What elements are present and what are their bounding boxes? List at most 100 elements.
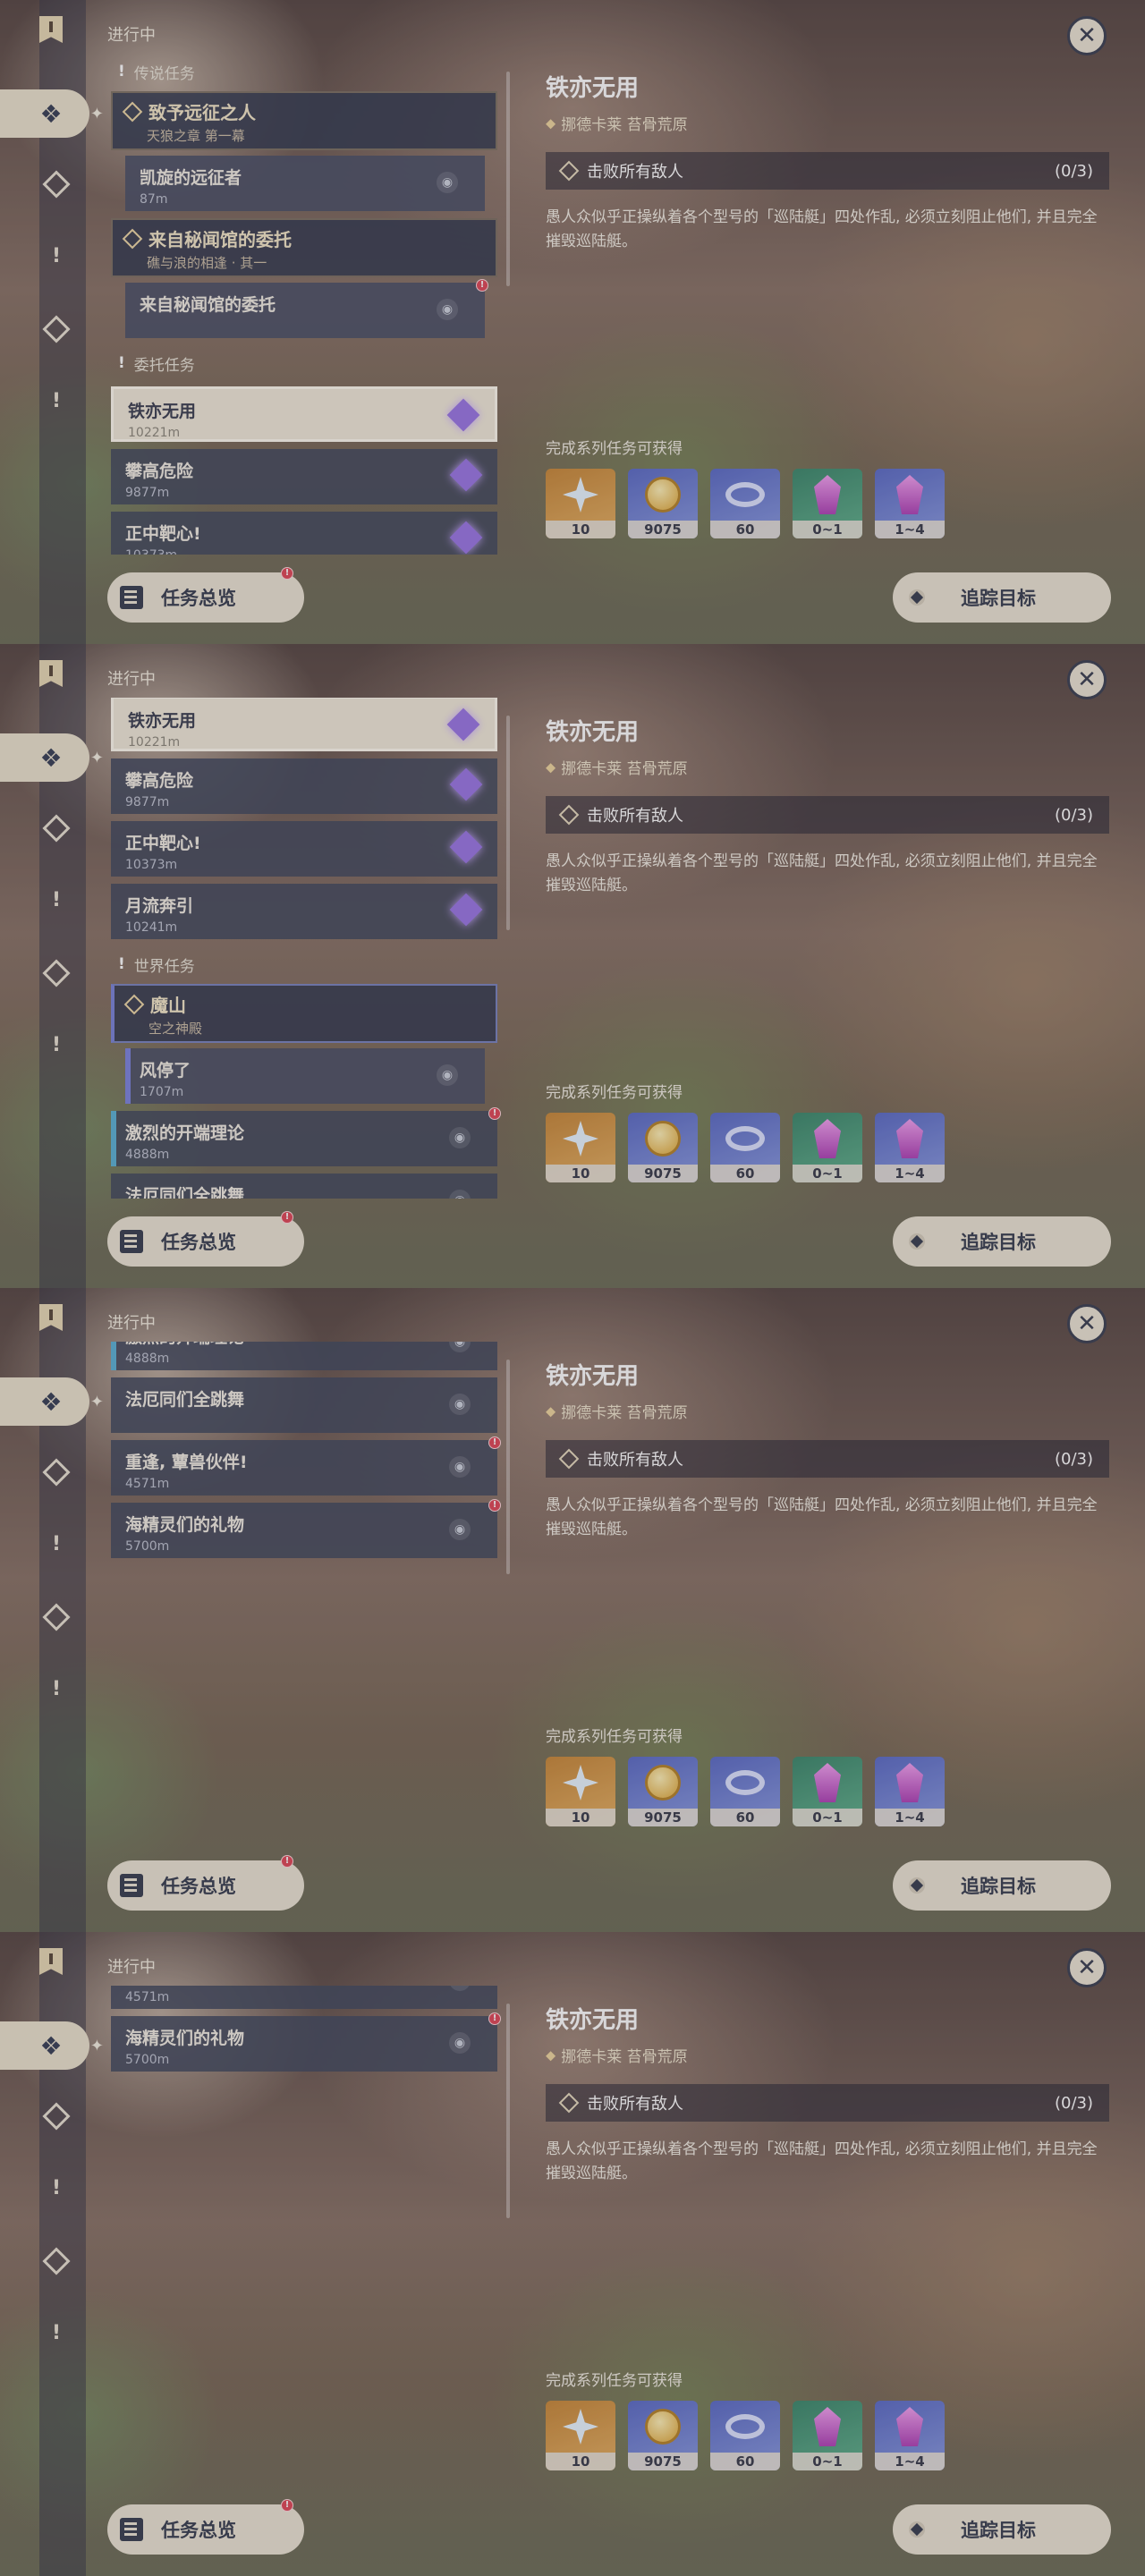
track-button[interactable]: 追踪目标	[893, 1860, 1111, 1911]
reward-item[interactable]: 0~1	[793, 469, 862, 538]
close-button[interactable]: ✕	[1067, 1304, 1107, 1343]
reward-item[interactable]: 1~4	[875, 1113, 945, 1182]
list-item[interactable]: 正中靶心! 10373m	[111, 512, 497, 555]
list-item[interactable]: 月流奔引 10241m	[111, 884, 497, 939]
sidebar-tab-commission[interactable]	[38, 954, 75, 992]
quest-title: 法厄同们全跳舞	[125, 1390, 245, 1410]
list-item[interactable]: 凯旋的远征者 87m ◉	[125, 156, 485, 211]
reward-count: 1~4	[875, 1809, 945, 1826]
quest-list[interactable]: !传说任务 致予远征之人 天狼之章 第一幕 凯旋的远征者 87m◉ 来自秘闻馆的…	[107, 54, 501, 555]
sidebar-tab-legend[interactable]: !	[38, 1525, 75, 1563]
sidebar-tab-legend[interactable]: !	[38, 2169, 75, 2207]
reward-item[interactable]: 0~1	[793, 1757, 862, 1826]
reward-item[interactable]: 0~1	[793, 1113, 862, 1182]
sidebar-tab-world[interactable]: !	[38, 382, 75, 419]
detail-title: 铁亦无用	[546, 719, 640, 746]
close-button[interactable]: ✕	[1067, 1948, 1107, 1987]
list-item[interactable]: 海精灵们的礼物 5700m ◉ !	[111, 2012, 501, 2072]
quest-list-scrollbar[interactable]	[506, 1360, 510, 1574]
reward-item[interactable]: 60	[710, 469, 780, 538]
quest-overview-button[interactable]: 任务总览 !	[107, 2499, 304, 2555]
quest-overview-button[interactable]: 任务总览 !	[107, 567, 304, 623]
quest-list[interactable]: !传说任务 致予远征之人 天狼之章 第一幕 凯旋的远征者 87m◉ 来自秘闻馆的…	[107, 1342, 501, 1843]
sidebar-tab-archon[interactable]	[38, 165, 75, 203]
location-pin-icon[interactable]: ◉	[449, 1394, 471, 1415]
sidebar-tab-world[interactable]: !	[38, 2314, 75, 2351]
reward-item[interactable]: 9075	[628, 1113, 698, 1182]
reward-item[interactable]: 9075	[628, 1757, 698, 1826]
reward-count: 1~4	[875, 2453, 945, 2470]
quest-group[interactable]: 致予远征之人 天狼之章 第一幕	[111, 91, 497, 150]
reward-item[interactable]: 10	[546, 469, 615, 538]
sidebar-tab-legend[interactable]: !	[38, 881, 75, 919]
sidebar-tab-commission[interactable]	[38, 1598, 75, 1636]
objective-progress: (0/3)	[1054, 805, 1093, 825]
sidebar-tab-archon[interactable]	[38, 1453, 75, 1491]
list-item[interactable]: 重逢, 蕈兽伙伴! 4571m◉ !	[111, 1986, 497, 2009]
sidebar-tab-all[interactable]: ❖ ✦	[0, 1377, 104, 1426]
location-pin-icon[interactable]: ◉	[437, 299, 458, 320]
sidebar-tab-commission[interactable]	[38, 310, 75, 348]
reward-item[interactable]: 0~1	[793, 2401, 862, 2470]
sidebar-tab-archon[interactable]	[38, 809, 75, 847]
reward-item[interactable]: 1~4	[875, 2401, 945, 2470]
quest-list-scrollbar[interactable]	[506, 72, 510, 286]
sidebar-tab-archon[interactable]	[38, 2097, 75, 2135]
reward-item[interactable]: 9075	[628, 469, 698, 538]
track-button[interactable]: 追踪目标	[893, 572, 1111, 623]
objective-row: 击败所有敌人 (0/3)	[546, 2084, 1109, 2122]
sidebar-tab-all[interactable]: ❖ ✦	[0, 2021, 104, 2070]
reward-item[interactable]: 60	[710, 1757, 780, 1826]
close-button[interactable]: ✕	[1067, 660, 1107, 699]
reward-item[interactable]: 1~4	[875, 469, 945, 538]
track-button[interactable]: 追踪目标	[893, 1216, 1111, 1267]
mora-coin-icon	[645, 477, 681, 513]
list-item[interactable]: 法厄同们全跳舞 ◉	[111, 1174, 497, 1199]
section-label: 世界任务	[133, 957, 195, 976]
sidebar-tab-all[interactable]: ❖ ✦	[0, 89, 104, 138]
list-item[interactable]: 铁亦无用 10221m	[111, 386, 497, 442]
sidebar-tab-legend[interactable]: !	[38, 237, 75, 275]
list-item[interactable]: 激烈的开端理论 4888m◉ !	[111, 1107, 501, 1166]
location-pin-icon[interactable]: ◉	[449, 1519, 471, 1540]
quest-list-scrollbar[interactable]	[506, 716, 510, 930]
quest-list-scrollbar[interactable]	[506, 2004, 510, 2218]
reward-item[interactable]: 60	[710, 2401, 780, 2470]
reward-item[interactable]: 1~4	[875, 1757, 945, 1826]
quest-list[interactable]: !传说任务 致予远征之人 天狼之章 第一幕 凯旋的远征者 87m◉ 来自秘闻馆的…	[107, 1986, 501, 2487]
track-button[interactable]: 追踪目标	[893, 2504, 1111, 2555]
sidebar-tab-world[interactable]: !	[38, 1026, 75, 1063]
sidebar-tab-all[interactable]: ❖ ✦	[0, 733, 104, 782]
quest-list[interactable]: !传说任务 致予远征之人 天狼之章 第一幕 凯旋的远征者 87m◉ 来自秘闻馆的…	[107, 698, 501, 1199]
sidebar-tab-commission[interactable]	[38, 2242, 75, 2280]
objective-text: 击败所有敌人	[587, 807, 683, 826]
location-pin-icon[interactable]: ◉	[449, 1456, 471, 1478]
sidebar-tab-world[interactable]: !	[38, 1670, 75, 1707]
reward-item[interactable]: 10	[546, 2401, 615, 2470]
reward-item[interactable]: 9075	[628, 2401, 698, 2470]
list-item[interactable]: 攀高危险 9877m	[111, 758, 497, 814]
quest-group[interactable]: 魔山 空之神殿	[111, 984, 497, 1043]
list-item[interactable]: 重逢, 蕈兽伙伴! 4571m◉ !	[111, 1436, 501, 1496]
list-item[interactable]: 法厄同们全跳舞 ◉	[111, 1377, 497, 1433]
quest-overview-button[interactable]: 任务总览 !	[107, 1211, 304, 1267]
location-pin-icon[interactable]: ◉	[437, 172, 458, 193]
reward-item[interactable]: 10	[546, 1757, 615, 1826]
list-item[interactable]: 来自秘闻馆的委托 ◉ !	[125, 279, 488, 338]
quest-group[interactable]: 来自秘闻馆的委托 礁与浪的相逢 · 其一	[111, 218, 497, 277]
list-item[interactable]: 正中靶心! 10373m	[111, 821, 497, 877]
reward-item[interactable]: 60	[710, 1113, 780, 1182]
list-item[interactable]: 激烈的开端理论 4888m◉ !	[111, 1342, 497, 1370]
quest-overview-button[interactable]: 任务总览 !	[107, 1855, 304, 1911]
list-item[interactable]: 攀高危险 9877m	[111, 449, 497, 504]
location-pin-icon[interactable]: ◉	[449, 2032, 471, 2054]
list-item[interactable]: 风停了 1707m ◉	[125, 1048, 485, 1104]
list-item[interactable]: 铁亦无用 10221m	[111, 698, 497, 751]
close-button[interactable]: ✕	[1067, 16, 1107, 55]
detail-location: ⬥ 挪德卡莱 苔骨荒原	[546, 112, 1109, 135]
notification-icon: !	[281, 567, 293, 580]
list-item[interactable]: 海精灵们的礼物 5700m ◉ !	[111, 1499, 501, 1558]
location-pin-icon[interactable]: ◉	[449, 1127, 471, 1148]
location-pin-icon[interactable]: ◉	[437, 1064, 458, 1086]
reward-item[interactable]: 10	[546, 1113, 615, 1182]
